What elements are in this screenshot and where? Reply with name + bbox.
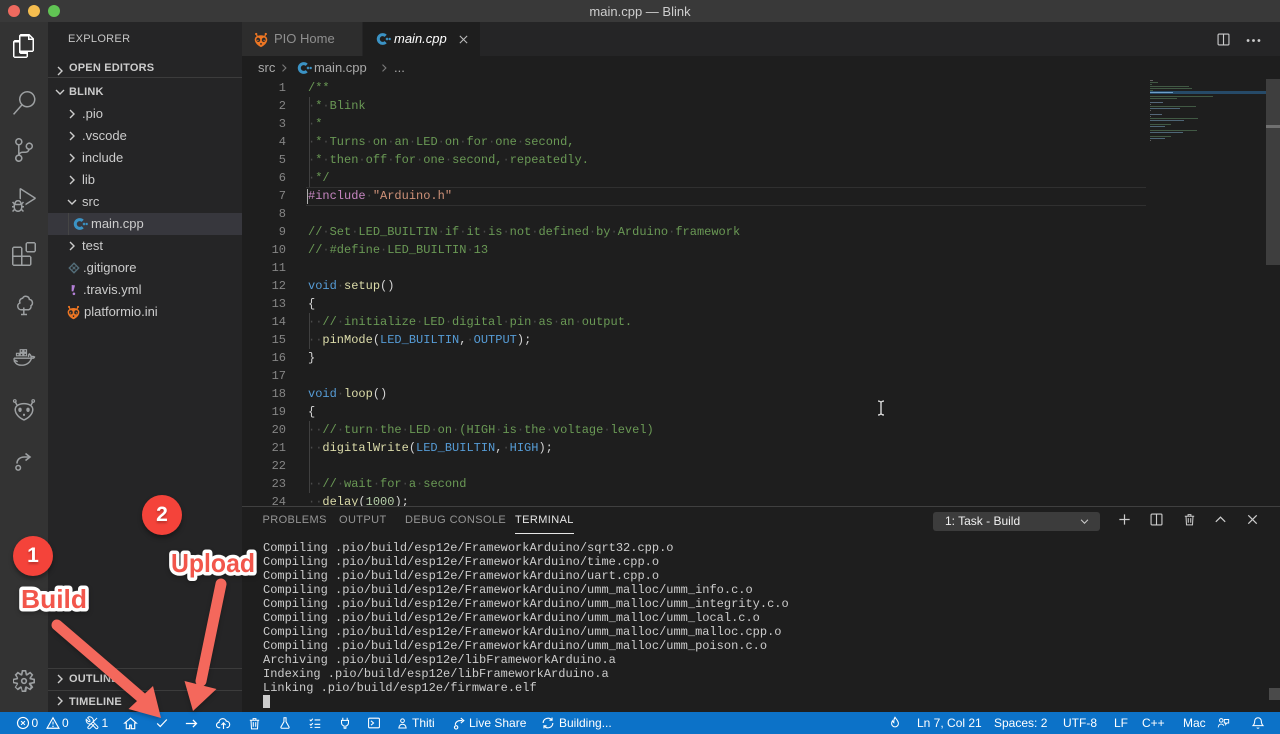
svg-text:Upload: Upload	[171, 548, 255, 578]
svg-text:Build: Build	[21, 584, 87, 614]
